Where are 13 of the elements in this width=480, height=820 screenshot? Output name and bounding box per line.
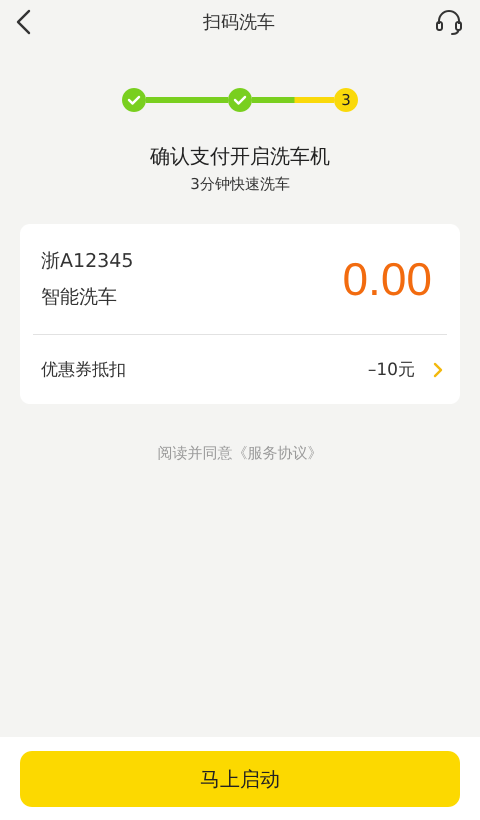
chevron-right-icon xyxy=(433,362,443,378)
coupon-value: –10元 xyxy=(368,359,415,381)
service-name: 智能洗车 xyxy=(41,285,118,309)
step-subtitle: 3分钟快速洗车 xyxy=(190,174,290,194)
coupon-label: 优惠券抵扣 xyxy=(41,359,127,381)
headset-icon[interactable] xyxy=(434,7,464,37)
step-title: 确认支付开启洗车机 xyxy=(150,143,330,170)
page-title: 扫码洗车 xyxy=(203,11,275,34)
step-number: 3 xyxy=(334,88,358,112)
license-plate: 浙A12345 xyxy=(41,249,134,273)
price-amount: 0.00 xyxy=(342,252,432,306)
coupon-row[interactable]: 优惠券抵扣 –10元 xyxy=(33,335,447,404)
start-button[interactable]: 马上启动 xyxy=(20,751,460,807)
